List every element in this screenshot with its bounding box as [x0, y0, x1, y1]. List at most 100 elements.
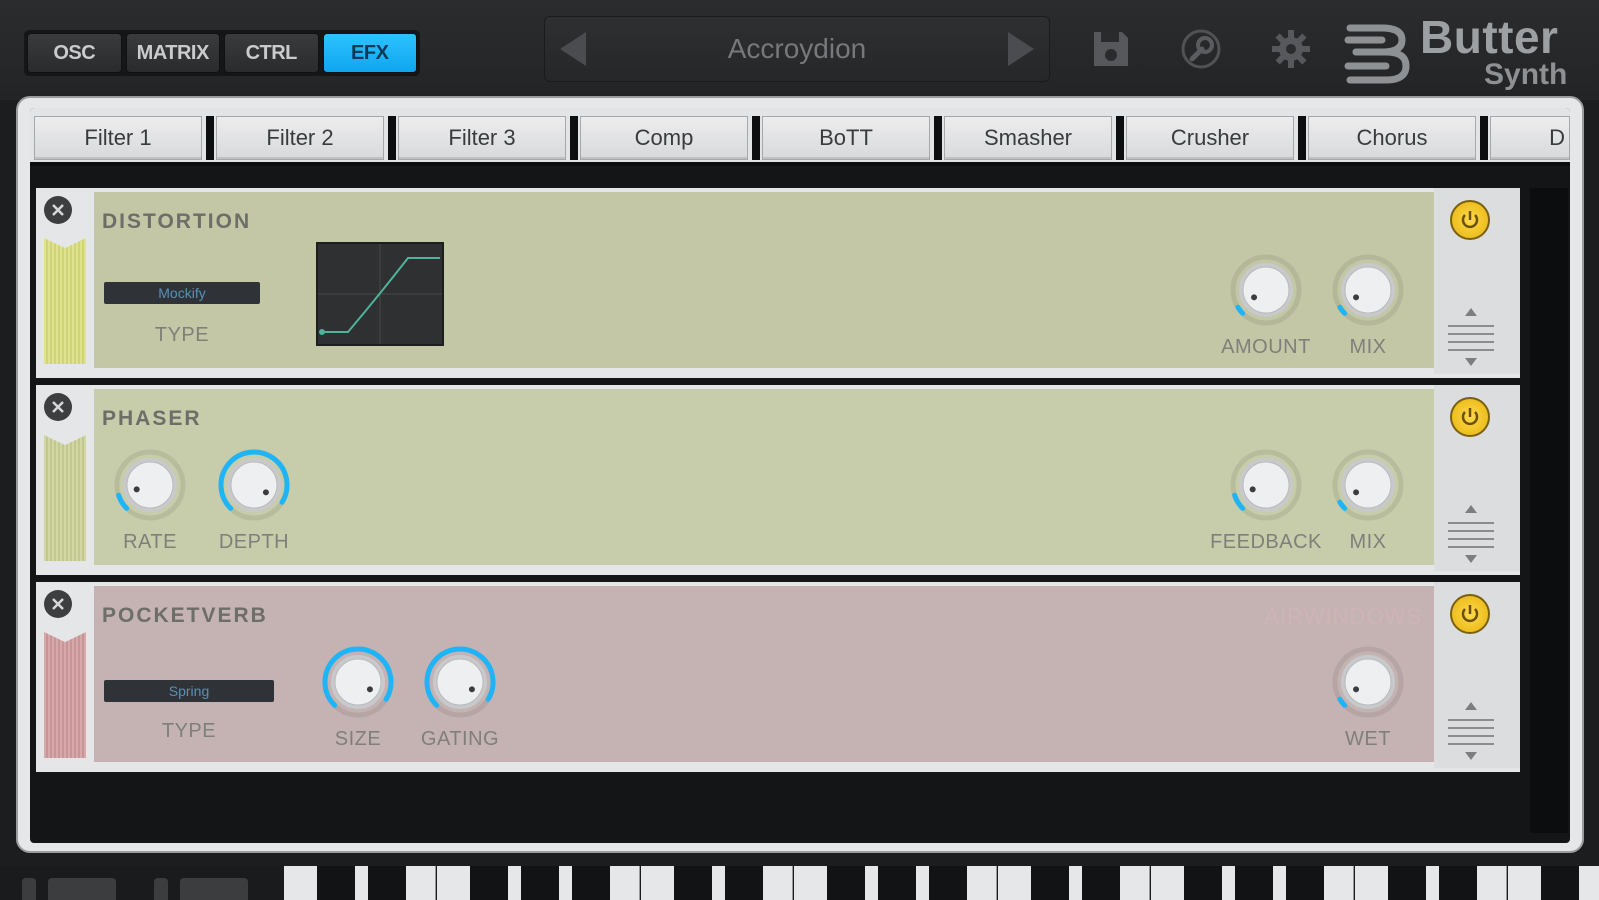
slot-side-controls — [1434, 385, 1520, 571]
tab-filter-3[interactable]: Filter 3 — [398, 116, 566, 160]
mode-osc-button[interactable]: OSC — [27, 33, 122, 73]
piano-black-key[interactable] — [1388, 866, 1426, 900]
logo-word-butter: Butter — [1420, 11, 1559, 63]
power-icon — [1461, 211, 1479, 229]
slot-drag-handle[interactable] — [36, 188, 94, 374]
tab-divider — [1116, 116, 1124, 160]
type-label: TYPE — [161, 720, 217, 742]
remove-effect-button[interactable] — [44, 590, 72, 618]
mod-wheel[interactable] — [180, 878, 248, 900]
preset-next-button[interactable] — [993, 17, 1049, 81]
power-button[interactable] — [1450, 397, 1490, 437]
piano-black-key[interactable] — [725, 866, 763, 900]
mix-knob[interactable] — [1330, 252, 1406, 328]
gating-knob[interactable] — [422, 644, 498, 720]
piano-black-key[interactable] — [1031, 866, 1069, 900]
preset-prev-button[interactable] — [545, 17, 601, 81]
effect-title: DISTORTION — [102, 210, 252, 233]
slot-side-controls — [1434, 188, 1520, 374]
piano-black-key[interactable] — [929, 866, 967, 900]
tab-chorus[interactable]: Chorus — [1308, 116, 1476, 160]
tab-crusher[interactable]: Crusher — [1126, 116, 1294, 160]
keyboard-edge — [22, 878, 36, 900]
effects-rack: Filter 1 Filter 2 Filter 3 Comp BoTT Sma… — [30, 108, 1570, 843]
keyboard-edge — [154, 878, 168, 900]
slot-side-controls — [1434, 582, 1520, 768]
piano-black-key[interactable] — [674, 866, 712, 900]
piano-black-key[interactable] — [1439, 866, 1477, 900]
wet-knob[interactable] — [1330, 644, 1406, 720]
mode-matrix-button[interactable]: MATRIX — [125, 33, 220, 73]
tab-bott[interactable]: BoTT — [762, 116, 930, 160]
save-button[interactable] — [1086, 24, 1136, 74]
tools-button[interactable] — [1176, 24, 1226, 74]
tab-divider — [206, 116, 214, 160]
piano-black-key[interactable] — [1286, 866, 1324, 900]
close-icon — [52, 204, 64, 216]
effect-slot-phaser: PHASER RATE DEPTH FEEDBACK MIX — [36, 385, 1520, 575]
distortion-type-select[interactable]: Mockify — [104, 282, 260, 304]
pocketverb-body: POCKETVERB AIRWINDOWS Spring TYPE SIZE GA… — [94, 586, 1434, 762]
knob-dial-icon — [1230, 254, 1302, 326]
tab-comp[interactable]: Comp — [580, 116, 748, 160]
piano-black-key[interactable] — [1184, 866, 1222, 900]
reorder-handle[interactable] — [1444, 700, 1498, 762]
tab-smasher[interactable]: Smasher — [944, 116, 1112, 160]
wrench-icon — [1181, 29, 1221, 69]
mode-ctrl-button[interactable]: CTRL — [224, 33, 319, 73]
tab-filter-1[interactable]: Filter 1 — [34, 116, 202, 160]
settings-button[interactable] — [1266, 24, 1316, 74]
reorder-handle[interactable] — [1444, 306, 1498, 368]
slot-color-strip — [44, 435, 86, 561]
tab-filter-2[interactable]: Filter 2 — [216, 116, 384, 160]
piano-black-key[interactable] — [521, 866, 559, 900]
remove-effect-button[interactable] — [44, 196, 72, 224]
knob-dial-icon — [1332, 254, 1404, 326]
tab-divider — [1480, 116, 1488, 160]
butter-synth-logo: Butter Synth — [1342, 10, 1592, 94]
phaser-body: PHASER RATE DEPTH FEEDBACK MIX — [94, 389, 1434, 565]
tab-overflow[interactable]: D — [1490, 116, 1570, 160]
piano-black-key[interactable] — [368, 866, 406, 900]
knob-label: MIX — [1349, 531, 1387, 553]
effect-title: POCKETVERB — [102, 604, 268, 627]
pitch-wheel[interactable] — [48, 878, 116, 900]
slot-color-strip — [44, 632, 86, 758]
slot-drag-handle[interactable] — [36, 582, 94, 768]
preset-selector: Accroydion — [544, 16, 1050, 82]
reorder-icon — [1448, 702, 1494, 760]
mix-knob[interactable] — [1330, 447, 1406, 523]
rate-knob[interactable] — [112, 447, 188, 523]
effects-tab-bar: Filter 1 Filter 2 Filter 3 Comp BoTT Sma… — [30, 108, 1570, 166]
reorder-handle[interactable] — [1444, 503, 1498, 565]
power-icon — [1461, 408, 1479, 426]
pocketverb-type-select[interactable]: Spring — [104, 680, 274, 702]
feedback-knob[interactable] — [1228, 447, 1304, 523]
transfer-curve-icon — [318, 244, 442, 344]
remove-effect-button[interactable] — [44, 393, 72, 421]
size-knob[interactable] — [320, 644, 396, 720]
depth-knob[interactable] — [216, 447, 292, 523]
reorder-icon — [1448, 308, 1494, 366]
power-icon — [1461, 605, 1479, 623]
amount-knob[interactable] — [1228, 252, 1304, 328]
piano-black-key[interactable] — [1541, 866, 1579, 900]
knob-label: GATING — [420, 728, 500, 750]
piano-black-key[interactable] — [827, 866, 865, 900]
arrow-right-icon — [1008, 32, 1034, 66]
power-button[interactable] — [1450, 594, 1490, 634]
tab-divider — [752, 116, 760, 160]
knob-dial-icon — [1332, 646, 1404, 718]
piano-black-key[interactable] — [317, 866, 355, 900]
piano-black-key[interactable] — [470, 866, 508, 900]
logo-mark-icon — [1344, 24, 1410, 84]
rack-scrollbar[interactable] — [1530, 188, 1568, 833]
piano-black-key[interactable] — [1082, 866, 1120, 900]
tab-divider — [388, 116, 396, 160]
piano-black-key[interactable] — [572, 866, 610, 900]
piano-black-key[interactable] — [1235, 866, 1273, 900]
piano-black-key[interactable] — [878, 866, 916, 900]
preset-name[interactable]: Accroydion — [605, 17, 989, 81]
power-button[interactable] — [1450, 200, 1490, 240]
mode-efx-button[interactable]: EFX — [322, 33, 417, 73]
